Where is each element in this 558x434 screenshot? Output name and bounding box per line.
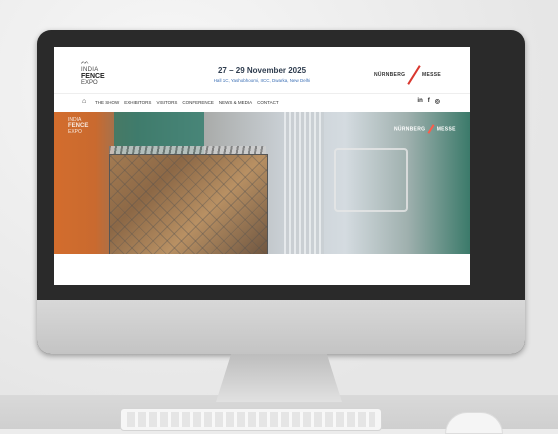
hero-banner: INDIA FENCE EXPO NÜRNBERG MESSE [54, 112, 470, 254]
hero-rack [284, 112, 324, 254]
nav-item-visitors[interactable]: VISITORS [156, 100, 177, 105]
hero-logo-line3: EXPO [68, 129, 82, 135]
hero-chair [334, 148, 408, 212]
partner-right: MESSE [422, 72, 442, 78]
logo-mark-icon: ᨓ [81, 59, 90, 66]
nav-item-news-media[interactable]: NEWS & MEDIA [219, 100, 252, 105]
partner-left: NÜRNBERG [374, 72, 406, 78]
hero-partner-left: NÜRNBERG [394, 126, 426, 133]
logo-line2: FENCE [81, 73, 105, 80]
social-links: in f ◎ [417, 98, 440, 105]
site-header: ᨓ INDIA FENCE EXPO 27 – 29 November 2025… [54, 47, 470, 91]
nav-items: THE SHOW EXHIBITORS VISITORS CONFERENCE … [95, 100, 279, 105]
facebook-icon[interactable]: f [428, 98, 430, 105]
hero-partner-right: MESSE [436, 126, 456, 133]
nav-item-conference[interactable]: CONFERENCE [182, 100, 214, 105]
monitor-chin [37, 300, 525, 354]
nav-item-the-show[interactable]: THE SHOW [95, 100, 119, 105]
keyboard-keys [127, 412, 375, 427]
gabion-basket-image [109, 154, 268, 254]
main-navigation: ⌂ THE SHOW EXHIBITORS VISITORS CONFERENC… [54, 93, 470, 112]
nav-item-exhibitors[interactable]: EXHIBITORS [124, 100, 151, 105]
home-icon[interactable]: ⌂ [82, 98, 86, 105]
monitor-stand [216, 354, 342, 402]
event-dates: 27 – 29 November 2025 [217, 66, 307, 75]
linkedin-icon[interactable]: in [417, 98, 422, 105]
event-venue: Hall 1C, Yashobhoomi, IICC, Dwarka, New … [213, 78, 311, 83]
keyboard [120, 408, 382, 431]
partner-slash-icon [407, 65, 421, 85]
logo-line3: EXPO [81, 80, 98, 86]
site-logo[interactable]: ᨓ INDIA FENCE EXPO [79, 59, 119, 89]
partner-logo[interactable]: NÜRNBERG MESSE [374, 65, 448, 85]
browser-screen: ᨓ INDIA FENCE EXPO 27 – 29 November 2025… [54, 47, 470, 285]
nav-item-contact[interactable]: CONTACT [257, 100, 278, 105]
instagram-icon[interactable]: ◎ [435, 98, 440, 105]
hero-partner-logo: NÜRNBERG MESSE [394, 124, 456, 134]
hero-partner-slash-icon [427, 124, 435, 134]
hero-logo: INDIA FENCE EXPO [68, 117, 88, 135]
